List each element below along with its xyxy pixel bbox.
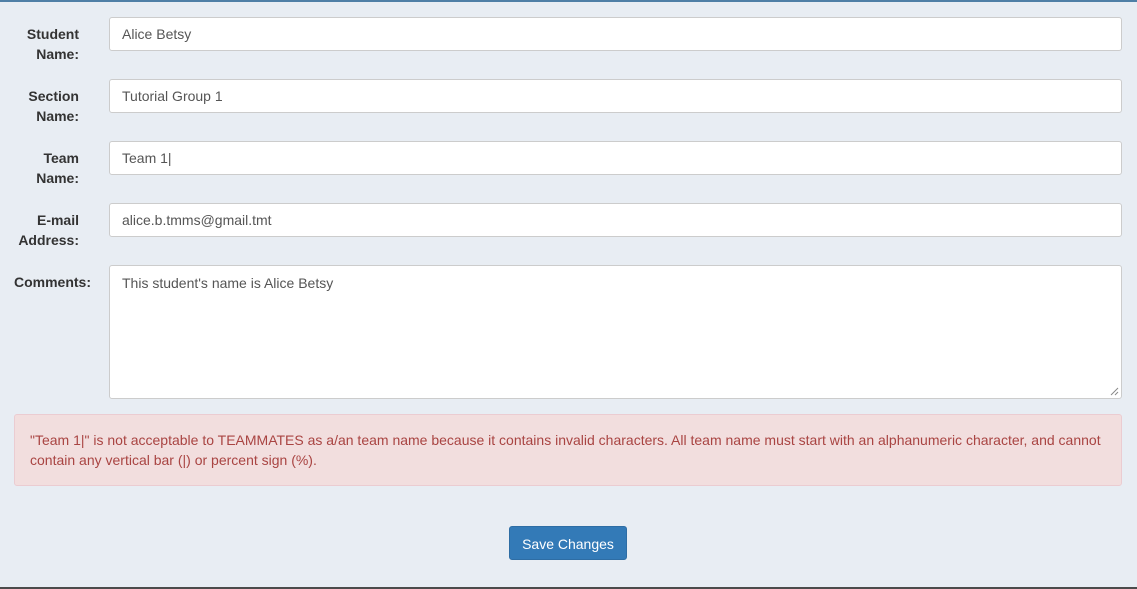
section-name-field[interactable]: Tutorial Group 1 <box>109 79 1122 113</box>
error-alert: "Team 1|" is not acceptable to TEAMMATES… <box>14 414 1122 486</box>
student-name-label: Student Name: <box>26 26 79 62</box>
comments-label: Comments: <box>13 274 91 290</box>
student-name-field[interactable]: Alice Betsy <box>109 17 1122 51</box>
email-field[interactable]: alice.b.tmms@gmail.tmt <box>109 203 1122 237</box>
team-name-value: Team 1| <box>122 150 172 166</box>
email-value: alice.b.tmms@gmail.tmt <box>122 212 272 228</box>
section-name-label: Section Name: <box>28 88 79 124</box>
team-name-label: Team Name: <box>36 150 79 186</box>
save-changes-button[interactable]: Save Changes <box>509 526 627 560</box>
resize-grip-icon[interactable] <box>1110 387 1119 396</box>
student-name-value: Alice Betsy <box>122 26 192 42</box>
section-name-value: Tutorial Group 1 <box>122 88 223 104</box>
comments-textarea[interactable]: This student's name is Alice Betsy <box>109 265 1122 399</box>
comments-value: This student's name is Alice Betsy <box>122 275 334 291</box>
top-border <box>0 0 1137 2</box>
email-label: E-mail Address: <box>18 212 79 248</box>
team-name-field[interactable]: Team 1| <box>109 141 1122 175</box>
error-message: "Team 1|" is not acceptable to TEAMMATES… <box>30 432 1101 468</box>
